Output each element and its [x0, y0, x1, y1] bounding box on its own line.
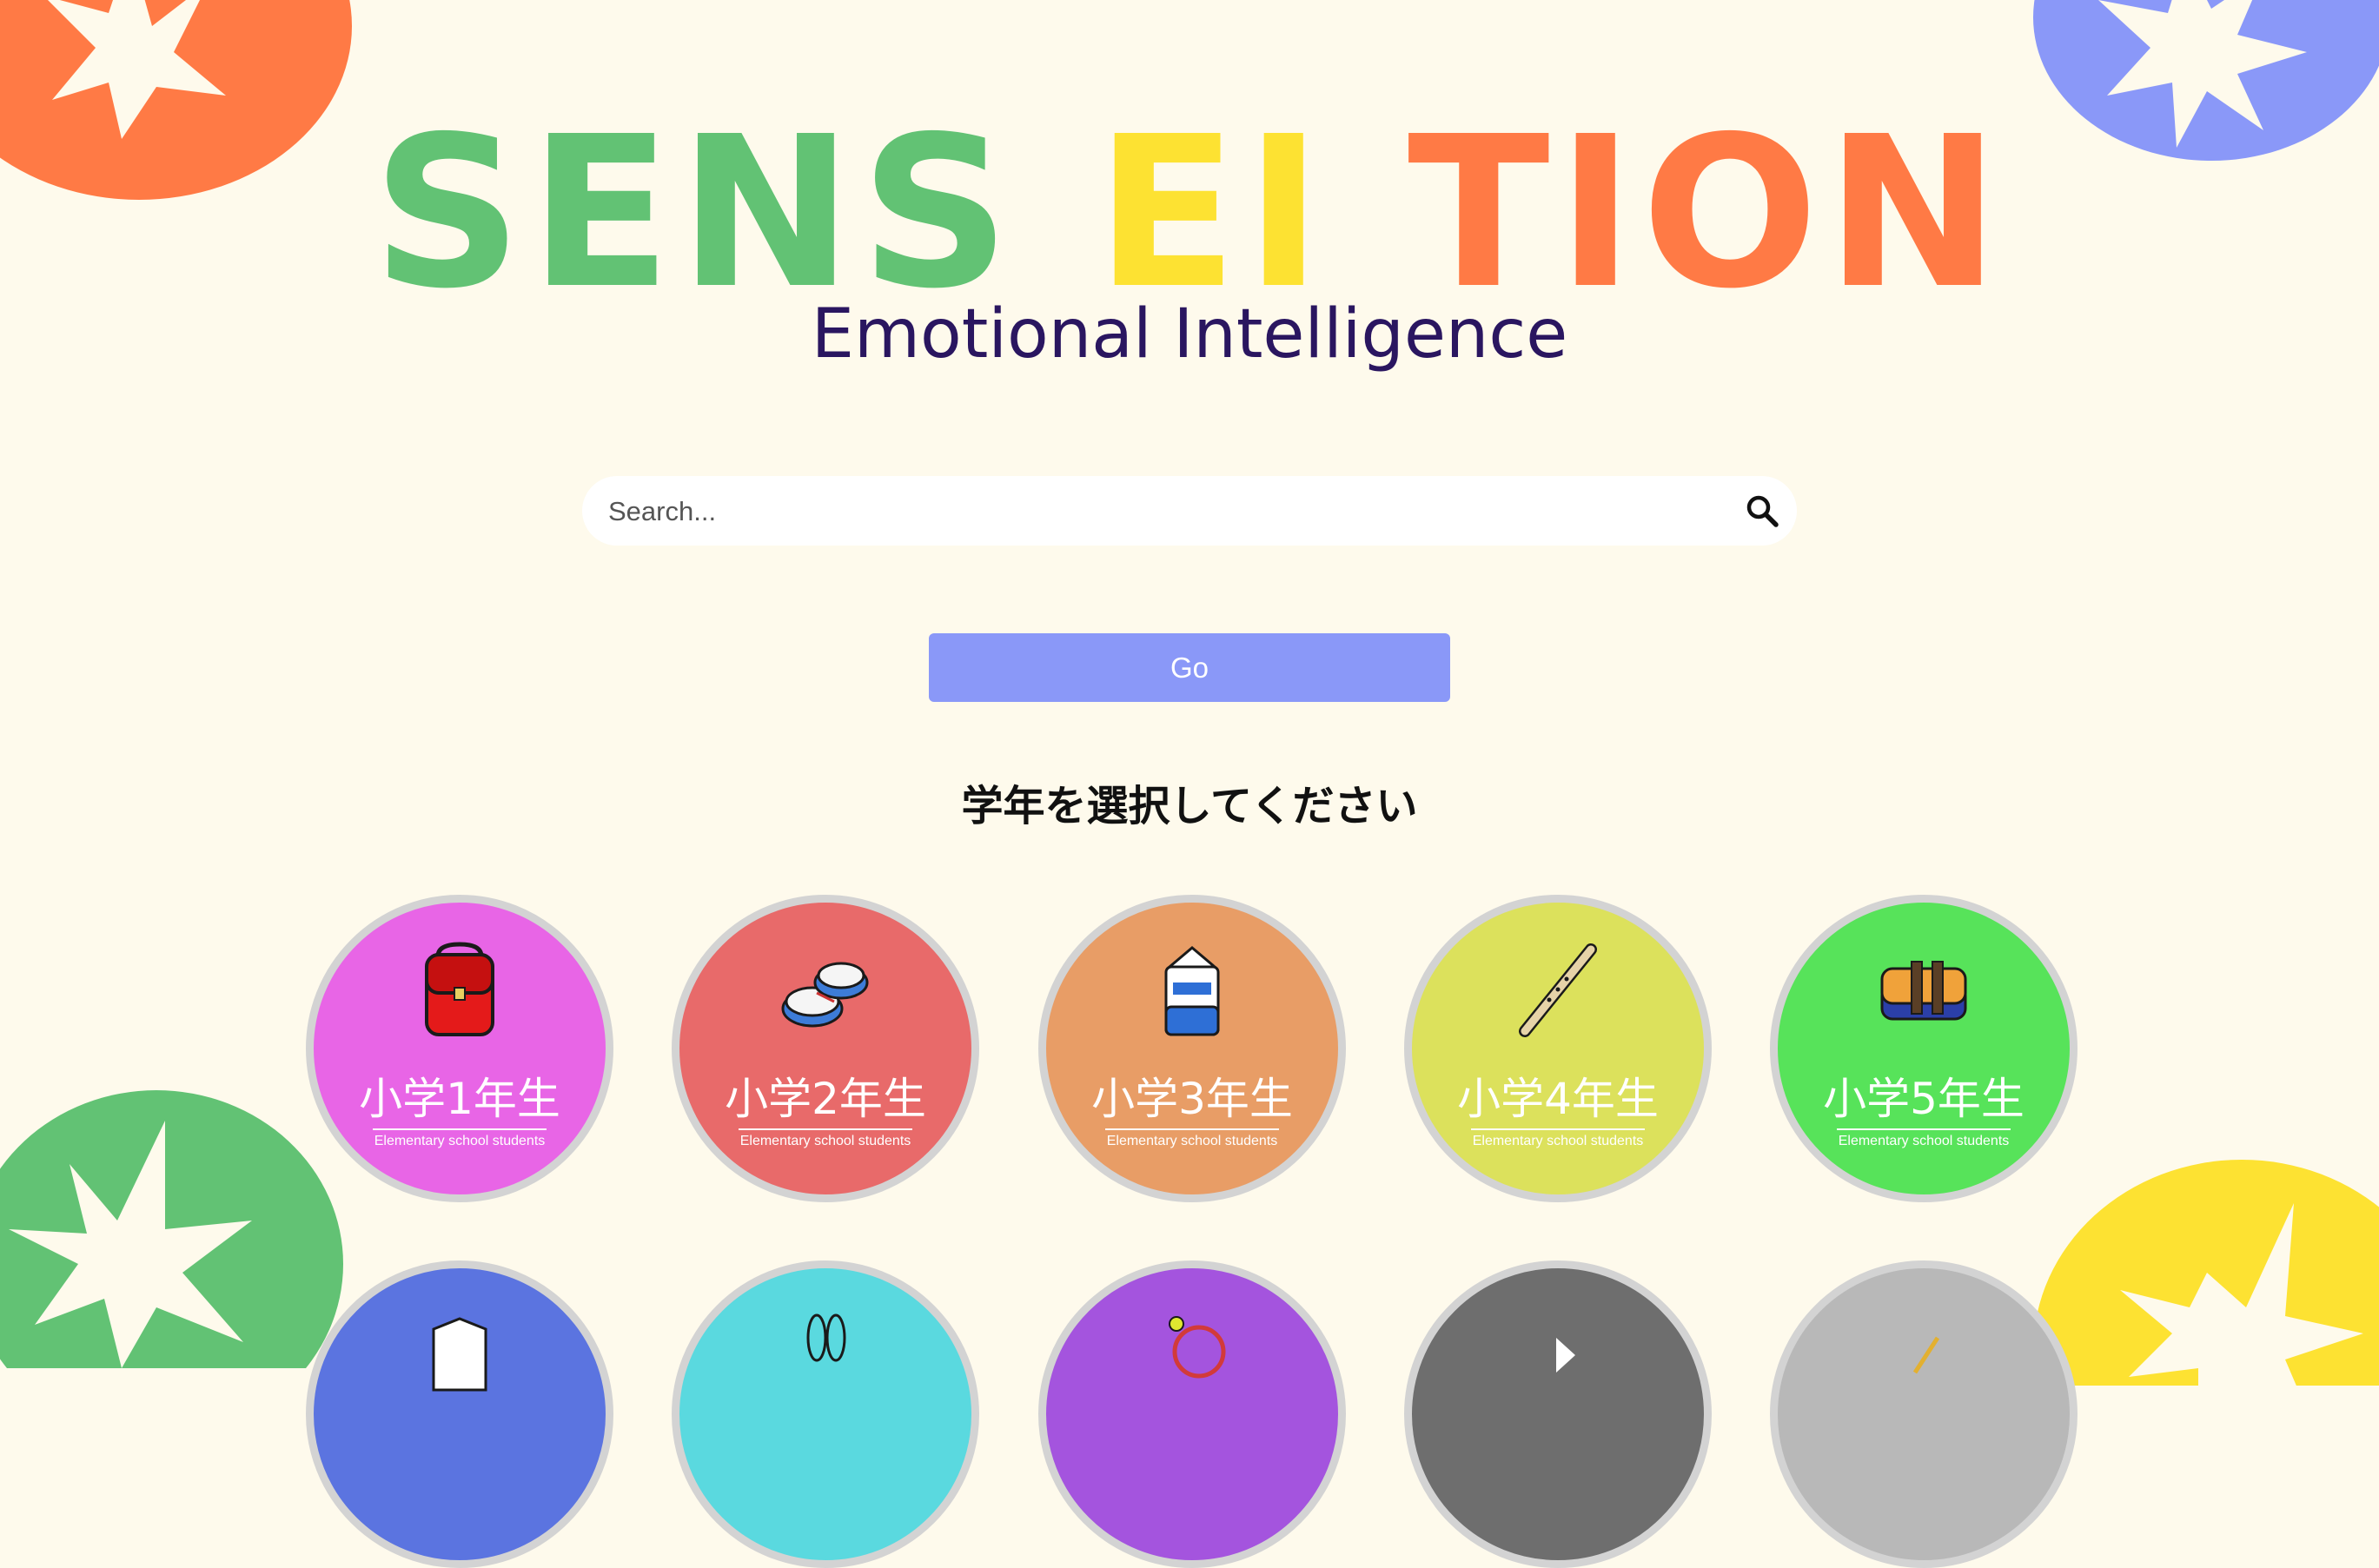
grade-label: 小学4年生 [1457, 1074, 1659, 1124]
grade-button-10[interactable] [1770, 1260, 2077, 1568]
label-underline [1471, 1128, 1645, 1130]
partial-icon [806, 1313, 846, 1362]
grade-sublabel: Elementary school students [1838, 1134, 2010, 1148]
grade-label: 小学2年生 [725, 1074, 926, 1124]
grade-select-prompt: 学年を選択してください [961, 782, 1418, 830]
search-bar [582, 476, 1797, 547]
grade-label: 小学1年生 [359, 1074, 560, 1124]
grade-sublabel: Elementary school students [739, 1134, 911, 1148]
go-button[interactable]: Go [929, 633, 1450, 702]
racket-icon [1169, 1316, 1226, 1379]
label-underline [1105, 1128, 1279, 1130]
grade-sublabel: Elementary school students [374, 1134, 546, 1148]
search-icon[interactable] [1745, 493, 1779, 528]
grade-button-8[interactable] [1038, 1260, 1346, 1568]
logo-part-ei: EI [1095, 91, 1329, 334]
app-logo: SENS EI TION [0, 109, 2379, 317]
decor-blob-bottom-left [0, 1090, 343, 1368]
milk-carton-icon [1164, 946, 1220, 1036]
recorder-flute-icon [1519, 943, 1597, 1037]
grade-button-3[interactable]: 小学3年生 Elementary school students [1038, 895, 1346, 1202]
lunch-box-icon [1880, 961, 1967, 1021]
grade-button-4[interactable]: 小学4年生 Elementary school students [1404, 895, 1712, 1202]
grade-button-7[interactable] [672, 1260, 979, 1568]
grade-button-1[interactable]: 小学1年生 Elementary school students [306, 895, 613, 1202]
indoor-shoes-icon [781, 962, 869, 1028]
label-underline [373, 1128, 547, 1130]
logo-part-tion: TION [1407, 91, 2007, 334]
decor-blob-bottom-right [2033, 1160, 2379, 1386]
partial-icon [1912, 1336, 1940, 1374]
partial-icon [432, 1317, 487, 1392]
grade-label: 小学5年生 [1823, 1074, 2024, 1124]
grade-button-9[interactable] [1404, 1260, 1712, 1568]
school-backpack-icon [425, 942, 494, 1036]
label-underline [1837, 1128, 2011, 1130]
grade-label: 小学3年生 [1091, 1074, 1293, 1124]
app-subtitle: Emotional Intelligence [811, 295, 1568, 374]
grade-button-2[interactable]: 小学2年生 Elementary school students [672, 895, 979, 1202]
grade-button-5[interactable]: 小学5年生 Elementary school students [1770, 895, 2077, 1202]
label-underline [739, 1128, 912, 1130]
grade-sublabel: Elementary school students [1106, 1134, 1278, 1148]
logo-part-sens: SENS [372, 91, 1017, 334]
partial-icon [1556, 1338, 1575, 1373]
search-input[interactable] [606, 476, 1696, 547]
grade-button-6[interactable] [306, 1260, 613, 1568]
grade-sublabel: Elementary school students [1472, 1134, 1644, 1148]
